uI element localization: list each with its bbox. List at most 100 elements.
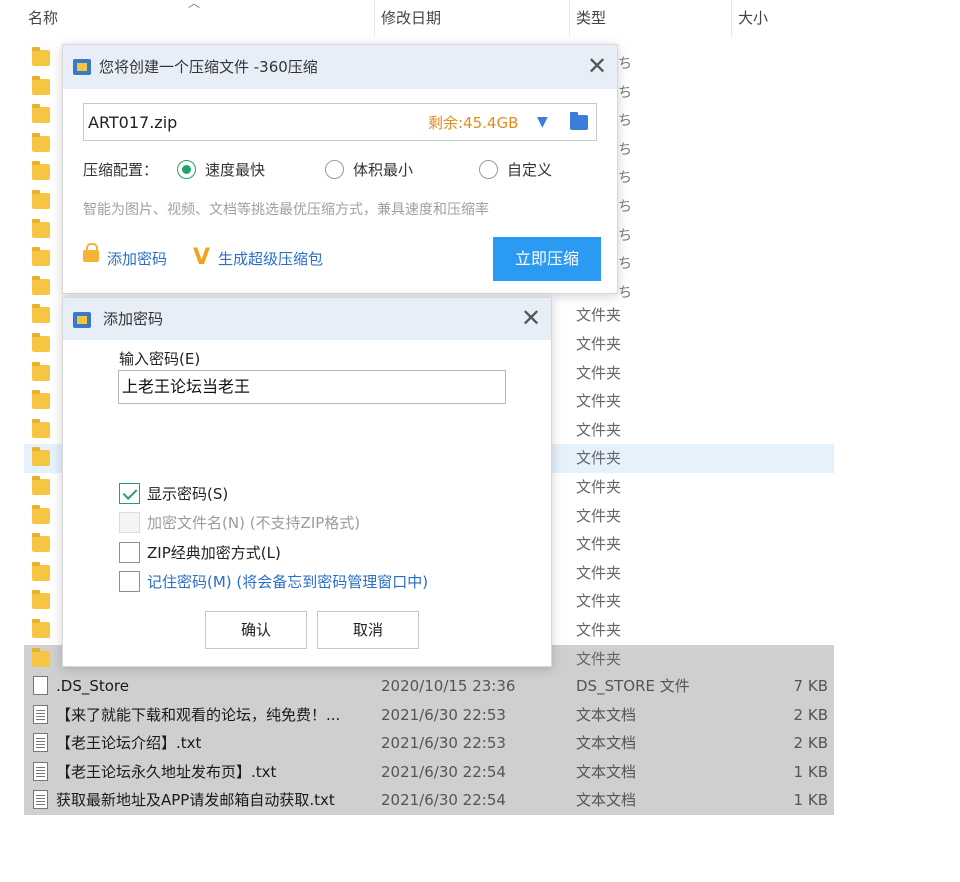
compress-hint: 智能为图片、视频、文档等挑选最优压缩方式，兼具速度和压缩率 [83, 202, 489, 218]
encrypt-filenames-checkbox [119, 512, 140, 533]
360zip-app-icon [73, 312, 91, 328]
folder-type: 文件夹 [576, 335, 622, 353]
file-row[interactable]: 【来了就能下载和观看的论坛，纯免费！... 2021/6/30 22:53 文本文档… [24, 700, 834, 730]
encrypt-filenames-label: 加密文件名(N) (不支持ZIP格式) [147, 514, 361, 532]
radio-fastest-label[interactable]: 速度最快 [205, 157, 265, 183]
chevron-down-icon[interactable]: ▼ [537, 114, 548, 130]
column-date[interactable]: 修改日期 [374, 0, 569, 36]
ok-button[interactable]: 确认 [205, 611, 307, 649]
file-date: 2020/10/15 23:36 [381, 677, 516, 695]
folder-icon [32, 304, 50, 324]
remember-password-label[interactable]: 记住密码(M) (将会备忘到密码管理窗口中) [147, 570, 428, 594]
folder-type: 文件夹 [576, 649, 622, 668]
hidden-row-fragment: ち [618, 256, 630, 273]
file-name: .DS_Store [56, 677, 129, 695]
file-size: 2 KB [793, 705, 828, 724]
file-date: 2021/6/30 22:53 [381, 734, 506, 753]
remember-password-checkbox[interactable] [119, 571, 140, 592]
folder-icon [32, 504, 50, 524]
hidden-row-fragment: ち [618, 84, 630, 101]
folder-type: 文件夹 [576, 621, 622, 639]
folder-icon [32, 218, 50, 238]
column-size[interactable]: 大小 [731, 0, 839, 36]
folder-icon [32, 247, 50, 267]
folder-type: 文件夹 [576, 478, 622, 496]
password-dialog-title: 添加密码 [103, 310, 164, 328]
config-label: 压缩配置： [83, 161, 159, 179]
file-type: 文本文档 [576, 762, 637, 781]
file-row[interactable]: .DS_Store 2020/10/15 23:36 DS_STORE 文件 7 KB [24, 672, 834, 701]
file-name: 【老王论坛永久地址发布页】.txt [56, 762, 277, 781]
zip-classic-checkbox[interactable] [119, 542, 140, 563]
vip-v-icon: V [193, 245, 211, 270]
file-size: 1 KB [793, 762, 828, 781]
folder-icon [32, 190, 50, 209]
file-row[interactable]: 获取最新地址及APP请发邮箱自动获取.txt 2021/6/30 22:54 文本文… [24, 786, 834, 815]
folder-icon [32, 590, 50, 610]
file-icon [33, 676, 48, 695]
add-password-link[interactable]: 添加密码 [107, 245, 167, 273]
hidden-row-fragment: ち [618, 199, 630, 215]
sort-up-icon: ︿ [188, 0, 201, 10]
radio-smallest[interactable] [325, 160, 344, 179]
archive-name-field[interactable]: ART017.zip 剩余:45.4GB ▼ [83, 103, 597, 141]
folder-type: 文件夹 [576, 563, 622, 582]
folder-type: 文件夹 [576, 363, 622, 382]
password-dialog-titlebar[interactable]: 添加密码 ✕ [63, 298, 551, 340]
text-file-icon [33, 733, 48, 753]
close-icon[interactable]: ✕ [517, 305, 545, 333]
folder-icon [32, 333, 50, 352]
text-file-icon [33, 761, 48, 781]
show-password-checkbox[interactable] [119, 483, 140, 504]
hidden-row-fragment: ち [618, 141, 630, 158]
file-size: 1 KB [793, 791, 828, 810]
folder-icon [32, 361, 50, 381]
file-size: 7 KB [793, 677, 828, 695]
password-dialog: 添加密码 ✕ 输入密码(E) 上老王论坛当老王 显示密码(S) 加密文件名(N)… [62, 297, 552, 667]
folder-type: 文件夹 [576, 392, 622, 411]
free-space-label: 剩余:45.4GB [428, 114, 519, 132]
file-type: DS_STORE 文件 [576, 677, 690, 695]
360zip-app-icon [73, 59, 91, 75]
password-input[interactable]: 上老王论坛当老王 [118, 370, 506, 404]
zip-classic-label[interactable]: ZIP经典加密方式(L) [147, 541, 281, 565]
column-type[interactable]: 类型 [569, 0, 729, 36]
file-name: 【老王论坛介绍】.txt [56, 734, 202, 753]
password-input-label: 输入密码(E) [119, 350, 201, 368]
folder-icon [32, 447, 50, 467]
text-file-icon [33, 704, 48, 724]
cancel-button[interactable]: 取消 [317, 611, 419, 649]
browse-folder-icon[interactable] [570, 112, 588, 130]
radio-custom[interactable] [479, 160, 498, 179]
folder-type: 文件夹 [576, 506, 622, 525]
text-file-icon [33, 790, 48, 810]
archive-name-value: ART017.zip [88, 113, 178, 132]
explorer-header: 名称 ︿ 修改日期 类型 大小 [0, 0, 840, 36]
file-name: 获取最新地址及APP请发邮箱自动获取.txt [56, 791, 335, 810]
show-password-label[interactable]: 显示密码(S) [147, 482, 228, 506]
super-package-link[interactable]: 生成超级压缩包 [218, 245, 323, 273]
file-size: 2 KB [793, 734, 828, 753]
lock-icon [83, 243, 99, 262]
folder-type: 文件夹 [576, 535, 622, 554]
folder-icon [32, 75, 50, 95]
close-icon[interactable]: ✕ [583, 53, 611, 81]
folder-icon [32, 647, 50, 667]
file-type: 文本文档 [576, 734, 637, 753]
hidden-row-fragment: ち [618, 170, 630, 187]
compress-dialog-titlebar[interactable]: 您将创建一个压缩文件 -360压缩 ✕ [63, 45, 617, 89]
compress-dialog-title: 您将创建一个压缩文件 -360压缩 [99, 58, 318, 76]
folder-icon [32, 275, 50, 295]
compress-now-button[interactable]: 立即压缩 [493, 237, 601, 281]
file-date: 2021/6/30 22:53 [381, 705, 506, 724]
hidden-row-fragment: ち [618, 227, 630, 244]
folder-icon [32, 104, 50, 124]
radio-smallest-label[interactable]: 体积最小 [353, 157, 413, 183]
file-row[interactable]: 【老王论坛永久地址发布页】.txt 2021/6/30 22:54 文本文档 1 KB [24, 757, 834, 787]
file-date: 2021/6/30 22:54 [381, 762, 506, 781]
radio-fastest[interactable] [177, 160, 196, 179]
folder-icon [32, 161, 50, 181]
file-row[interactable]: 【老王论坛介绍】.txt 2021/6/30 22:53 文本文档 2 KB [24, 729, 834, 758]
hidden-row-fragment: ち [618, 113, 630, 130]
radio-custom-label[interactable]: 自定义 [507, 157, 552, 183]
